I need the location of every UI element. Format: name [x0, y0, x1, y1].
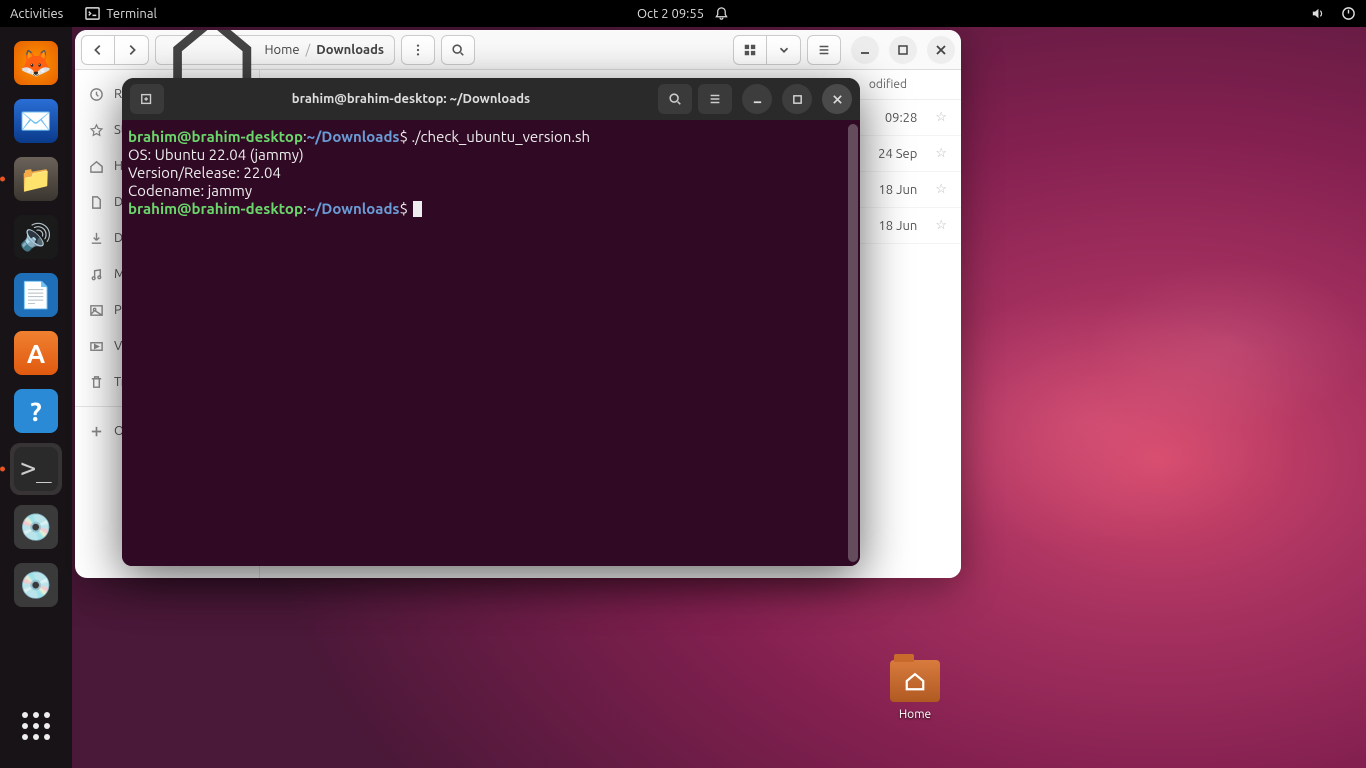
- search-icon: [668, 92, 682, 106]
- dock-rhythmbox[interactable]: 🔊: [10, 211, 62, 263]
- files-close-button[interactable]: [927, 36, 955, 64]
- dock: 🦊 ✉️ 📁 🔊 📄 A ? >_ 💿 💿: [0, 27, 72, 768]
- dock-disk-1[interactable]: 💿: [10, 501, 62, 553]
- desktop-home-label: Home: [899, 708, 931, 721]
- terminal-line: brahim@brahim-desktop:~/Downloads$: [128, 200, 854, 218]
- dock-writer[interactable]: 📄: [10, 269, 62, 321]
- current-app-label: Terminal: [106, 7, 157, 21]
- notification-icon[interactable]: [714, 6, 729, 21]
- terminal-icon: [85, 6, 100, 21]
- menu-icon: [708, 92, 722, 106]
- terminal-line: Version/Release: 22.04: [128, 164, 854, 182]
- terminal-menu-button[interactable]: [698, 84, 732, 114]
- terminal-search-button[interactable]: [658, 84, 692, 114]
- terminal-maximize-button[interactable]: [782, 84, 812, 114]
- terminal-close-button[interactable]: [822, 84, 852, 114]
- top-bar: Activities Terminal Oct 2 09:55: [0, 0, 1366, 27]
- files-maximize-button[interactable]: [889, 36, 917, 64]
- terminal-scrollbar[interactable]: [848, 124, 858, 562]
- files-minimize-button[interactable]: [851, 36, 879, 64]
- new-tab-button[interactable]: [130, 84, 164, 114]
- power-icon[interactable]: [1341, 6, 1356, 21]
- dock-thunderbird[interactable]: ✉️: [10, 95, 62, 147]
- terminal-cursor: [413, 201, 422, 217]
- nav-back-button[interactable]: [81, 35, 115, 65]
- volume-icon[interactable]: [1310, 6, 1325, 21]
- menu-icon: [817, 43, 831, 57]
- apps-grid-icon: [22, 712, 50, 740]
- breadcrumb[interactable]: Home / Downloads: [155, 35, 395, 65]
- breadcrumb-current[interactable]: Downloads: [316, 43, 384, 57]
- terminal-title: brahim@brahim-desktop: ~/Downloads: [170, 92, 652, 106]
- folder-icon: [890, 660, 940, 702]
- dock-firefox[interactable]: 🦊: [10, 37, 62, 89]
- path-menu-button[interactable]: [401, 35, 435, 65]
- dock-terminal[interactable]: >_: [10, 443, 62, 495]
- search-button[interactable]: [441, 35, 475, 65]
- grid-icon: [743, 43, 757, 57]
- view-dropdown-button[interactable]: [767, 35, 801, 65]
- terminal-minimize-button[interactable]: [742, 84, 772, 114]
- terminal-headerbar: brahim@brahim-desktop: ~/Downloads: [122, 78, 860, 120]
- dock-files[interactable]: 📁: [10, 153, 62, 205]
- breadcrumb-home[interactable]: Home: [264, 43, 299, 57]
- view-grid-button[interactable]: [733, 35, 767, 65]
- chevron-down-icon: [777, 43, 791, 57]
- dock-disk-2[interactable]: 💿: [10, 559, 62, 611]
- terminal-line: OS: Ubuntu 22.04 (jammy): [128, 146, 854, 164]
- star-icon[interactable]: ☆: [935, 146, 947, 161]
- star-icon[interactable]: ☆: [935, 182, 947, 197]
- nav-forward-button[interactable]: [115, 35, 149, 65]
- terminal-window: brahim@brahim-desktop: ~/Downloads brahi…: [122, 78, 860, 566]
- star-icon[interactable]: ☆: [935, 110, 947, 125]
- dock-help[interactable]: ?: [10, 385, 62, 437]
- dock-software[interactable]: A: [10, 327, 62, 379]
- files-headerbar: Home / Downloads: [75, 30, 961, 70]
- hamburger-button[interactable]: [807, 35, 841, 65]
- terminal-line: brahim@brahim-desktop:~/Downloads$ ./che…: [128, 128, 854, 146]
- search-icon: [451, 43, 465, 57]
- column-modified[interactable]: odified: [869, 78, 947, 91]
- show-applications-button[interactable]: [10, 700, 62, 752]
- activities-button[interactable]: Activities: [10, 7, 63, 21]
- breadcrumb-separator: /: [306, 43, 311, 57]
- star-icon[interactable]: ☆: [935, 218, 947, 233]
- desktop-home-folder[interactable]: Home: [880, 660, 950, 721]
- clock[interactable]: Oct 2 09:55: [637, 7, 704, 21]
- terminal-body[interactable]: brahim@brahim-desktop:~/Downloads$ ./che…: [122, 120, 860, 566]
- terminal-line: Codename: jammy: [128, 182, 854, 200]
- current-app-indicator[interactable]: Terminal: [85, 6, 157, 21]
